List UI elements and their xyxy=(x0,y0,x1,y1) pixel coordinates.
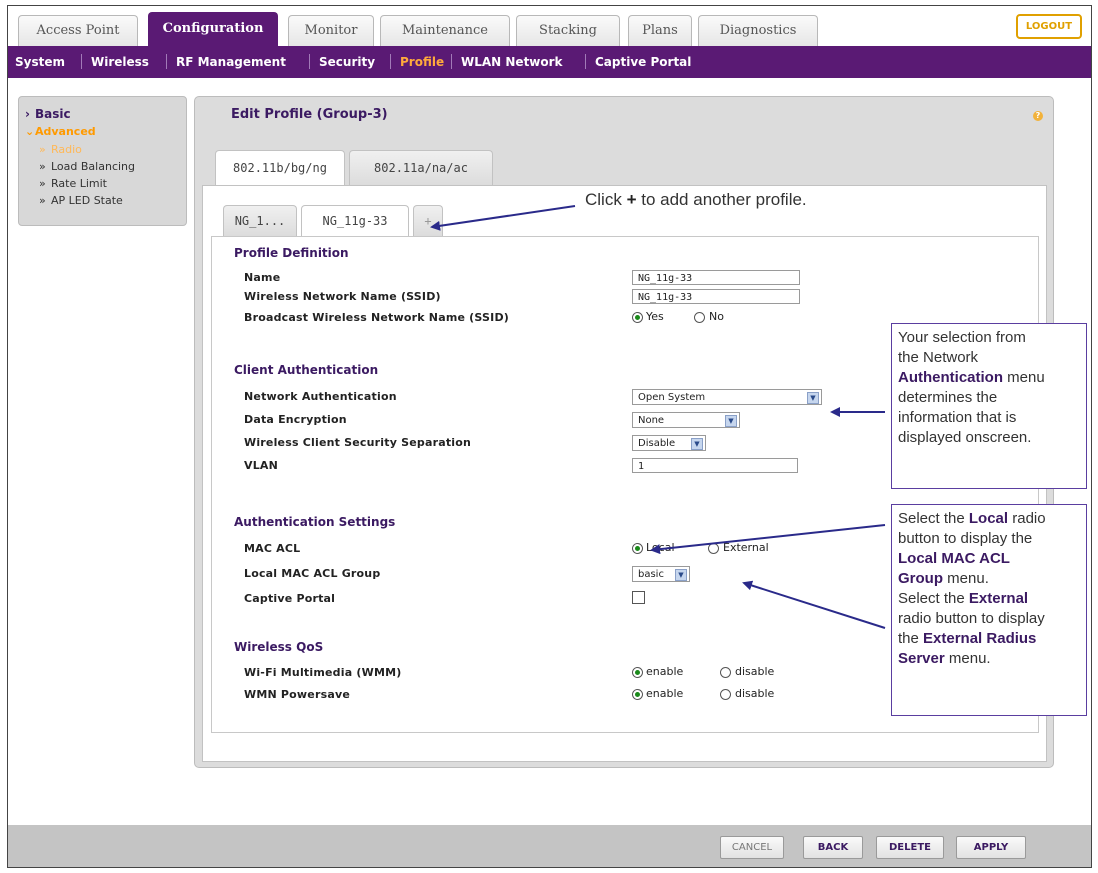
back-button[interactable]: BACK xyxy=(803,836,863,859)
section-wireless-qos: Wireless QoS xyxy=(234,640,324,654)
subnav-divider xyxy=(309,54,310,69)
help-icon[interactable]: ? xyxy=(1033,111,1043,121)
chevron-down-icon: ▼ xyxy=(675,569,687,581)
wmm-label: Wi-Fi Multimedia (WMM) xyxy=(244,666,402,679)
cancel-button[interactable]: CANCEL xyxy=(720,836,784,859)
tab-profile-ng-11g-33[interactable]: NG_11g-33 xyxy=(301,205,409,238)
powersave-disable-radio[interactable] xyxy=(720,689,731,700)
tab-profile-1[interactable]: NG_1... xyxy=(223,205,297,236)
powersave-disable-label: disable xyxy=(735,687,775,700)
vlan-input[interactable]: 1 xyxy=(632,458,798,473)
local-mac-acl-group-select[interactable]: basic ▼ xyxy=(632,566,690,582)
subnav-system[interactable]: System xyxy=(15,55,65,69)
subnav-divider xyxy=(166,54,167,69)
page-title: Edit Profile (Group-3) xyxy=(231,107,388,122)
menu-rate-limit[interactable]: Rate Limit xyxy=(51,177,107,190)
subnav-divider xyxy=(390,54,391,69)
menu-bullet-icon: › xyxy=(25,107,30,121)
mac-acl-local-radio[interactable] xyxy=(632,543,643,554)
vlan-label: VLAN xyxy=(244,459,279,472)
powersave-enable-label: enable xyxy=(646,687,684,700)
menu-load-balancing[interactable]: Load Balancing xyxy=(51,160,135,173)
broadcast-yes-radio[interactable] xyxy=(632,312,643,323)
mac-acl-external-label: External xyxy=(723,541,769,554)
wmm-disable-label: disable xyxy=(735,665,775,678)
broadcast-no-radio[interactable] xyxy=(694,312,705,323)
subnav-divider xyxy=(81,54,82,69)
data-encryption-value: None xyxy=(638,415,665,426)
add-profile-button[interactable]: + xyxy=(413,205,443,236)
wmm-enable-label: enable xyxy=(646,665,684,678)
mac-acl-callout: Select the Local radio button to display… xyxy=(891,504,1087,716)
subnav-security[interactable]: Security xyxy=(319,55,375,69)
left-menu: › Basic ⌄ Advanced » Radio » Load Balanc… xyxy=(18,96,187,226)
wmm-disable-radio[interactable] xyxy=(720,667,731,678)
broadcast-no-label: No xyxy=(709,310,724,323)
tab-stacking[interactable]: Stacking xyxy=(516,15,620,46)
chevron-down-icon: ▼ xyxy=(807,392,819,404)
add-profile-note: Click + to add another profile. xyxy=(585,190,807,209)
local-mac-acl-group-value: basic xyxy=(638,569,664,580)
tab-diagnostics[interactable]: Diagnostics xyxy=(698,15,818,46)
network-auth-select[interactable]: Open System ▼ xyxy=(632,389,822,405)
tab-maintenance[interactable]: Maintenance xyxy=(380,15,510,46)
broadcast-yes-label: Yes xyxy=(646,310,664,323)
subnav-divider xyxy=(451,54,452,69)
menu-bullet-icon: » xyxy=(39,177,46,190)
powersave-enable-radio[interactable] xyxy=(632,689,643,700)
network-auth-label: Network Authentication xyxy=(244,390,397,403)
network-auth-callout: Your selection from the Network Authenti… xyxy=(891,323,1087,489)
tab-monitor[interactable]: Monitor xyxy=(288,15,374,46)
logout-button[interactable]: LOGOUT xyxy=(1016,14,1082,39)
mac-acl-label: MAC ACL xyxy=(244,542,301,555)
local-mac-acl-group-label: Local MAC ACL Group xyxy=(244,567,381,580)
section-authentication-settings: Authentication Settings xyxy=(234,515,396,529)
tab-configuration[interactable]: Configuration xyxy=(148,12,278,47)
mac-acl-local-label: Local xyxy=(646,541,675,554)
client-separation-select[interactable]: Disable ▼ xyxy=(632,435,706,451)
client-separation-label: Wireless Client Security Separation xyxy=(244,436,472,449)
menu-advanced[interactable]: Advanced xyxy=(35,125,96,138)
client-separation-value: Disable xyxy=(638,438,676,449)
tab-plans[interactable]: Plans xyxy=(628,15,692,46)
footer-bar: CANCEL BACK DELETE APPLY xyxy=(8,825,1091,867)
tab-access-point[interactable]: Access Point xyxy=(18,15,138,46)
tab-band-2g[interactable]: 802.11b/bg/ng xyxy=(215,150,345,187)
menu-bullet-icon: » xyxy=(39,194,46,207)
menu-bullet-icon: » xyxy=(39,160,46,173)
subnav-captive-portal[interactable]: Captive Portal xyxy=(595,55,691,69)
section-profile-definition: Profile Definition xyxy=(234,246,349,260)
apply-button[interactable]: APPLY xyxy=(956,836,1026,859)
section-client-authentication: Client Authentication xyxy=(234,363,379,377)
captive-portal-checkbox[interactable] xyxy=(632,591,645,604)
delete-button[interactable]: DELETE xyxy=(876,836,944,859)
wmm-enable-radio[interactable] xyxy=(632,667,643,678)
wmm-powersave-label: WMN Powersave xyxy=(244,688,350,701)
subnav-wireless[interactable]: Wireless xyxy=(91,55,149,69)
subnav-rf-management[interactable]: RF Management xyxy=(176,55,286,69)
captive-portal-label: Captive Portal xyxy=(244,592,336,605)
chevron-down-icon: ▼ xyxy=(725,415,737,427)
name-label: Name xyxy=(244,271,281,284)
chevron-down-icon: ▼ xyxy=(691,438,703,450)
data-encryption-label: Data Encryption xyxy=(244,413,347,426)
name-input[interactable]: NG_11g-33 xyxy=(632,270,800,285)
subnav-divider xyxy=(585,54,586,69)
subnav-wlan-network[interactable]: WLAN Network xyxy=(461,55,563,69)
network-auth-value: Open System xyxy=(638,392,706,403)
menu-radio[interactable]: Radio xyxy=(51,143,82,156)
menu-basic[interactable]: Basic xyxy=(35,107,71,121)
menu-ap-led-state[interactable]: AP LED State xyxy=(51,194,123,207)
sub-nav-bar: System Wireless RF Management Security P… xyxy=(8,46,1091,78)
ssid-label: Wireless Network Name (SSID) xyxy=(244,290,441,303)
data-encryption-select[interactable]: None ▼ xyxy=(632,412,740,428)
top-tab-bar: Access Point Configuration Monitor Maint… xyxy=(8,6,1091,47)
mac-acl-external-radio[interactable] xyxy=(708,543,719,554)
tab-band-5g[interactable]: 802.11a/na/ac xyxy=(349,150,493,185)
subnav-profile[interactable]: Profile xyxy=(400,55,444,69)
broadcast-ssid-label: Broadcast Wireless Network Name (SSID) xyxy=(244,311,510,324)
ssid-input[interactable]: NG_11g-33 xyxy=(632,289,800,304)
menu-expanded-icon: ⌄ xyxy=(25,125,35,138)
menu-bullet-icon: » xyxy=(39,143,46,156)
